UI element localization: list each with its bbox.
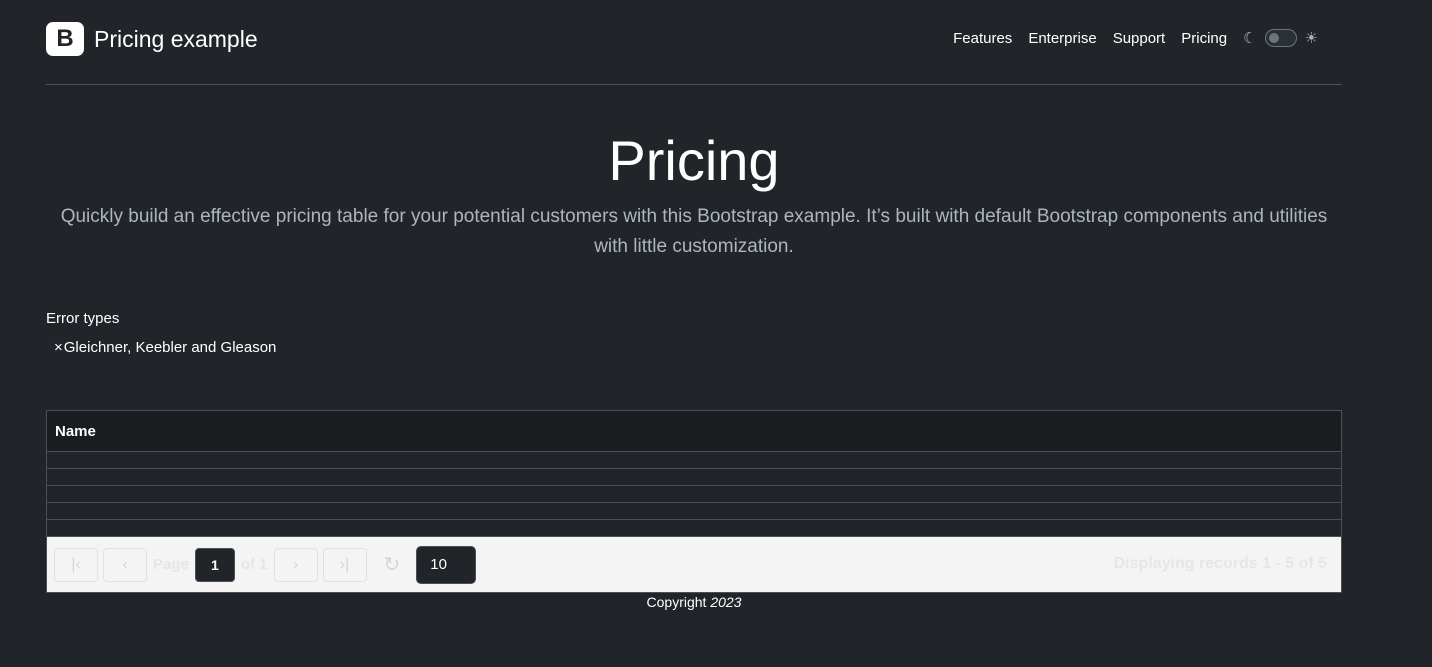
nav-link-enterprise[interactable]: Enterprise [1028, 30, 1096, 47]
copyright-year: 2023 [710, 594, 742, 610]
data-grid: Name |‹ ‹ Page of 1 › ›| ↻ Displaying re… [46, 410, 1342, 593]
table-row[interactable] [47, 452, 1341, 469]
theme-toggle[interactable] [1264, 29, 1297, 47]
first-page-button[interactable]: |‹ [54, 547, 98, 582]
error-types-label: Error types [46, 310, 120, 327]
pagination-bar: |‹ ‹ Page of 1 › ›| ↻ Displaying records… [47, 537, 1341, 592]
prev-page-icon: ‹ [122, 555, 128, 573]
nav-link-features[interactable]: Features [953, 30, 1012, 47]
table-row[interactable] [47, 520, 1341, 537]
page-count-label: of 1 [240, 556, 268, 573]
filter-chip-label: Gleichner, Keebler and Gleason [63, 339, 277, 356]
first-page-icon: |‹ [71, 555, 81, 573]
moon-icon: ☾ [1243, 29, 1257, 47]
column-header-name[interactable]: Name [47, 411, 1341, 452]
next-page-icon: › [292, 555, 299, 573]
footer: Copyright 2023 [0, 594, 1388, 610]
copyright-label: Copyright [646, 594, 707, 610]
next-page-button[interactable]: › [273, 547, 318, 582]
page-title: Pricing [608, 129, 780, 192]
sun-icon: ☀ [1304, 29, 1318, 47]
table-row[interactable] [47, 486, 1341, 503]
page-description: Quickly build an effective pricing table… [60, 206, 1328, 257]
brand-title: Pricing example [94, 25, 258, 52]
table-row[interactable] [47, 469, 1341, 486]
remove-chip-icon[interactable]: × [54, 339, 63, 356]
last-page-button[interactable]: ›| [322, 547, 367, 582]
last-page-icon: ›| [339, 555, 350, 573]
records-info: Displaying records 1 - 5 of 5 [1113, 555, 1327, 572]
nav-link-pricing[interactable]: Pricing [1181, 30, 1227, 47]
filter-chip: × Gleichner, Keebler and Gleason [54, 339, 276, 356]
theme-switcher: ☾ ☀ [1243, 29, 1318, 47]
refresh-icon[interactable]: ↻ [384, 552, 401, 577]
brand-link[interactable]: B Pricing example [46, 22, 258, 56]
error-types-filter: Error types × Gleichner, Keebler and Gle… [46, 310, 1342, 357]
page-label: Page [153, 556, 189, 573]
page-size-input[interactable] [416, 545, 477, 584]
main-nav: Features Enterprise Support Pricing ☾ ☀ [937, 29, 1318, 47]
site-header: B Pricing example Features Enterprise Su… [46, 0, 1342, 85]
page-number-input[interactable] [194, 547, 235, 582]
table-row[interactable] [47, 503, 1341, 520]
toggle-knob [1268, 33, 1279, 43]
pricing-header: Pricing Quickly build an effective prici… [46, 128, 1342, 262]
nav-link-support[interactable]: Support [1113, 30, 1166, 47]
prev-page-button[interactable]: ‹ [103, 547, 147, 582]
bootstrap-logo: B [46, 22, 84, 56]
